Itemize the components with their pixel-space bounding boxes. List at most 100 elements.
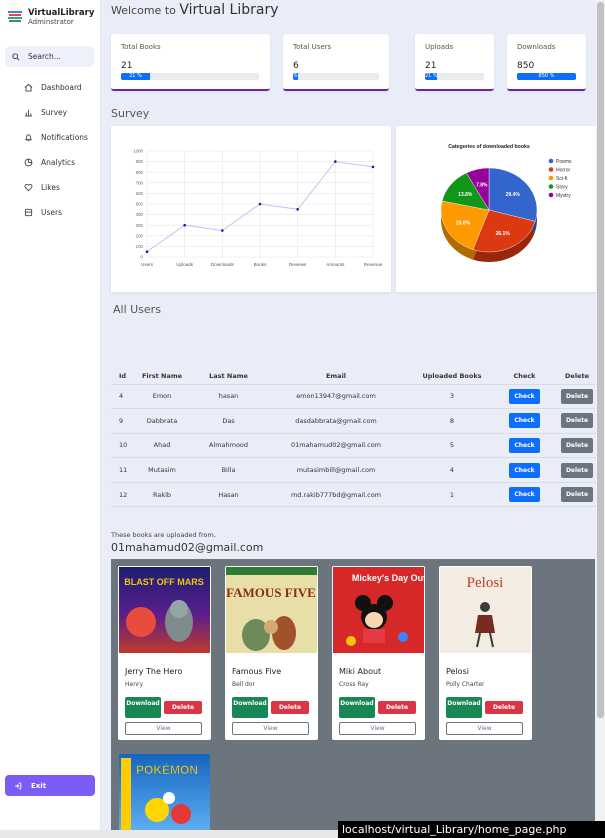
progress-fill: 21 % [425, 73, 438, 80]
sidebar-item-users[interactable]: Users [0, 200, 100, 225]
delete-book-button[interactable]: Delete [378, 701, 416, 714]
page-title: Welcome to Virtual Library [111, 2, 279, 18]
x-tick-label: Books [254, 262, 267, 267]
check-button[interactable]: Check [509, 388, 540, 404]
check-button[interactable]: Check [509, 437, 540, 453]
x-tick-label: Reviews [289, 262, 307, 267]
cell-check: Check [498, 433, 551, 459]
view-button[interactable]: View [125, 722, 202, 735]
view-button[interactable]: View [232, 722, 309, 735]
y-tick-label: 300 [136, 223, 144, 228]
delete-book-button[interactable]: Delete [485, 701, 523, 714]
book-cover-text: Mickey's Day Out [352, 573, 424, 583]
stat-card-downloads: Downloads 850 850 % [507, 34, 586, 91]
download-label: Download [126, 700, 160, 707]
legend-label: Poems [556, 159, 572, 165]
stat-label: Uploads [425, 43, 454, 51]
y-tick-label: 400 [136, 212, 144, 217]
view-button[interactable]: View [446, 722, 523, 735]
cell-uploaded-books: 1 [406, 482, 498, 508]
vertical-scrollbar[interactable] [596, 0, 605, 838]
scrollbar-thumb[interactable] [597, 2, 604, 718]
check-button[interactable]: Check [509, 487, 540, 503]
delete-user-button[interactable]: Delete [561, 462, 593, 478]
y-tick-label: 700 [136, 180, 144, 185]
sidebar-item-analytics[interactable]: Analytics [0, 150, 100, 175]
book-cover-image: POKÉMON [119, 754, 210, 838]
sidebar-item-survey[interactable]: Survey [0, 100, 100, 125]
download-button[interactable]: Download [446, 697, 482, 718]
data-point [183, 223, 186, 227]
data-point [145, 250, 149, 253]
sidebar-item-likes[interactable]: Likes [0, 175, 100, 200]
books-panel: BLAST OFF MARS Jerry The Hero Henry Down… [111, 559, 595, 838]
cell-id: 11 [111, 457, 133, 483]
table-row: 9 Dabbrata Das dasdabbrata@gmail.com 8 C… [111, 408, 603, 434]
x-tick-label: Uploads [176, 262, 194, 267]
delete-user-button[interactable]: Delete [561, 487, 593, 503]
book-card: POKÉMON [118, 753, 211, 838]
table-row: 12 Rakib Hasan md.rakib777bd@gmail.com 1… [111, 482, 603, 508]
table-header-row: Id First Name Last Name Email Uploaded B… [111, 368, 603, 385]
delete-book-button[interactable]: Delete [164, 701, 202, 714]
brand[interactable]: VirtualLibrary Adminstrator [0, 0, 100, 40]
progress-bar: 6 [293, 73, 379, 80]
cell-uploaded-books: 8 [406, 408, 498, 434]
download-button[interactable]: Download [125, 697, 161, 718]
home-icon [24, 83, 33, 92]
cell-uploaded-books: 5 [406, 433, 498, 459]
users-table: Id First Name Last Name Email Uploaded B… [111, 368, 603, 508]
cell-first-name: Rakib [133, 482, 191, 508]
legend-marker [548, 167, 554, 172]
cell-first-name: Ahad [133, 433, 191, 459]
delete-book-button[interactable]: Delete [271, 701, 309, 714]
delete-user-button[interactable]: Delete [561, 437, 593, 453]
data-point [221, 229, 224, 232]
users-icon [24, 208, 33, 217]
check-button[interactable]: Check [509, 413, 540, 429]
sidebar-item-label: Notifications [41, 133, 88, 142]
y-tick-label: 200 [136, 233, 144, 238]
data-point [258, 202, 262, 206]
sidebar-item-dashboard[interactable]: Dashboard [0, 75, 100, 100]
survey-heading: Survey [111, 107, 150, 120]
download-button[interactable]: Download [232, 697, 268, 718]
book-cover-image: Mickey's Day Out [333, 567, 424, 653]
uploaded-from-caption: These books are uploaded from, [111, 531, 216, 539]
data-point [296, 208, 299, 211]
book-card: Pelosi Pelosi Polly Charter Download Del… [439, 566, 532, 740]
uploader-email: 01mahamud02@gmail.com [111, 541, 264, 554]
check-button[interactable]: Check [509, 462, 540, 478]
sidebar-item-notifications[interactable]: Notifications [0, 125, 100, 150]
search-placeholder: Search... [28, 52, 61, 61]
y-tick-label: 900 [136, 159, 144, 164]
book-title: Miki About [339, 667, 382, 676]
legend-marker [548, 192, 554, 198]
book-title: Pelosi [446, 667, 469, 676]
stat-card-uploads: Uploads 21 21 % [415, 34, 494, 91]
delete-user-button[interactable]: Delete [561, 388, 593, 404]
view-button[interactable]: View [339, 722, 416, 735]
books-logo-icon [8, 11, 22, 22]
progress-fill: 850 % [517, 73, 576, 80]
delete-user-button[interactable]: Delete [561, 413, 593, 429]
cell-email: emon13947@gmail.com [266, 384, 406, 410]
bar-chart-icon [24, 109, 33, 117]
categories-pie-chart: Categories of downloaded books 29.4% 26.1%… [440, 144, 572, 262]
legend-label: Sci-fi [556, 176, 567, 182]
download-button[interactable]: Download [339, 697, 375, 718]
download-label: Download [340, 700, 374, 707]
x-tick-label: Amounts [326, 262, 345, 267]
welcome-prefix: Welcome to [111, 4, 176, 17]
pie-slice-label: 7.8% [476, 183, 488, 189]
sidebar-item-label: Dashboard [41, 83, 82, 92]
legend-label: Horror [556, 167, 571, 173]
exit-button[interactable]: Exit [5, 775, 95, 796]
column-header: Id [111, 368, 133, 385]
search-input[interactable]: Search... [5, 46, 94, 67]
book-card: Mickey's Day Out Miki About Cross Ray Do… [332, 566, 425, 740]
cell-id: 4 [111, 384, 133, 410]
x-tick-label: Revenue [364, 262, 383, 267]
stat-value: 21 [121, 61, 133, 71]
book-cover-art: Mickey's Day Out [346, 573, 424, 646]
